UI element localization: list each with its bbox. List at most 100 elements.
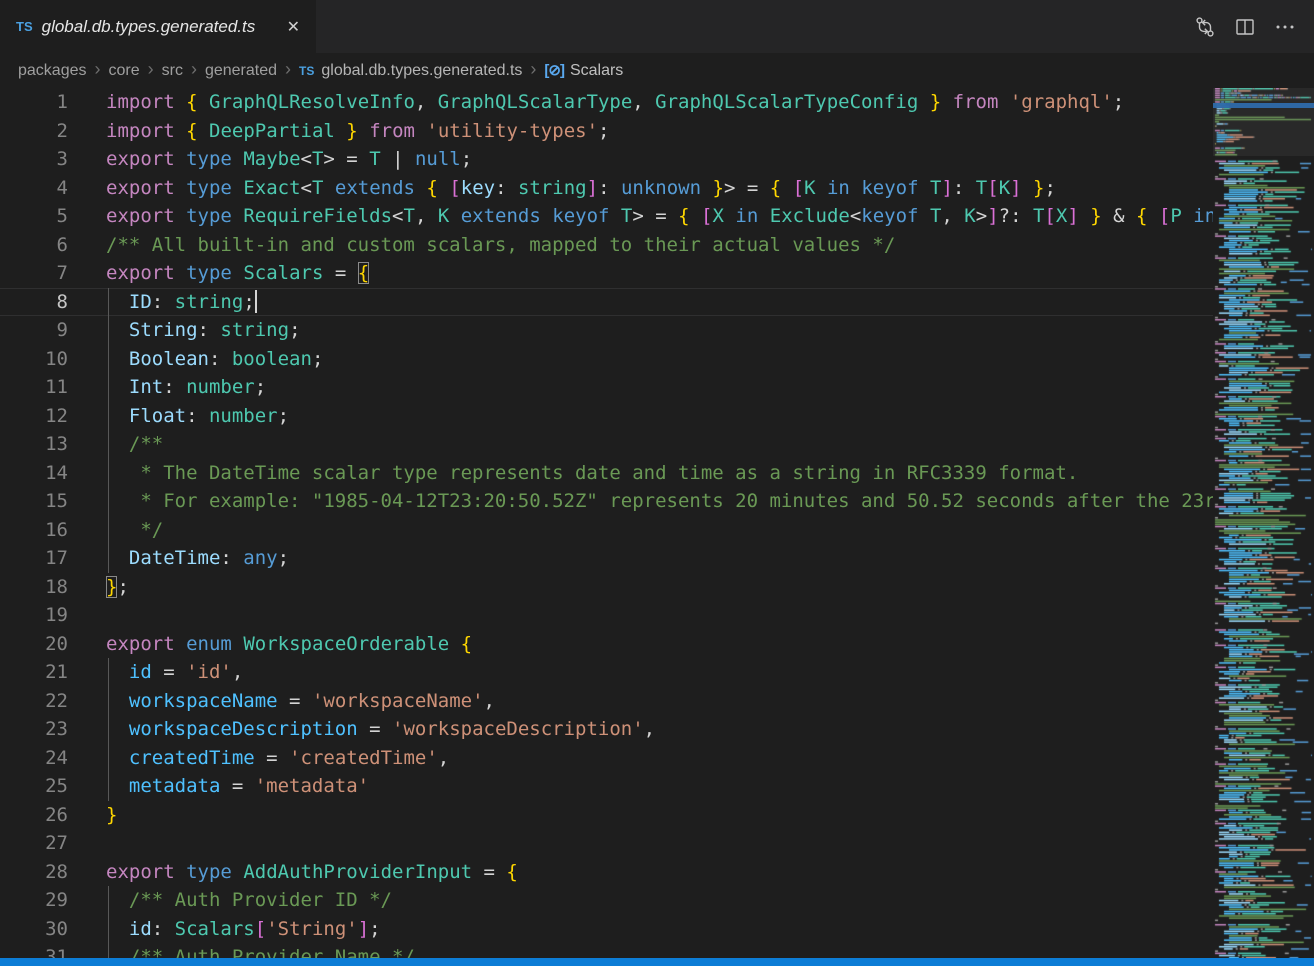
split-editor-icon[interactable] bbox=[1232, 14, 1258, 40]
open-changes-icon[interactable] bbox=[1192, 14, 1218, 40]
code-text: import { GraphQLResolveInfo, GraphQLScal… bbox=[106, 88, 1124, 117]
code-line-18[interactable]: 18}; bbox=[0, 573, 1213, 602]
indent-guide bbox=[108, 316, 109, 345]
breadcrumb-label: src bbox=[162, 62, 183, 79]
line-number: 23 bbox=[0, 715, 68, 744]
line-number: 20 bbox=[0, 630, 68, 659]
indent-guide bbox=[108, 943, 109, 958]
code-text: workspaceDescription = 'workspaceDescrip… bbox=[106, 715, 655, 744]
indent-guide bbox=[108, 886, 109, 915]
indent-guide bbox=[108, 345, 109, 374]
line-number: 1 bbox=[0, 88, 68, 117]
code-line-20[interactable]: 20 export enum WorkspaceOrderable { bbox=[0, 630, 1213, 659]
code-pane[interactable]: 1 import { GraphQLResolveInfo, GraphQLSca… bbox=[0, 88, 1213, 958]
code-line-21[interactable]: 21 id = 'id', bbox=[0, 658, 1213, 687]
code-text: /** All built-in and custom scalars, map… bbox=[106, 231, 895, 260]
code-line-8[interactable]: 8 ID: string; bbox=[0, 288, 1213, 317]
code-line-5[interactable]: 5export type RequireFields<T, K extends … bbox=[0, 202, 1213, 231]
indent-guide bbox=[108, 430, 109, 459]
code-line-6[interactable]: 6/** All built-in and custom scalars, ma… bbox=[0, 231, 1213, 260]
code-text: id: Scalars['String']; bbox=[106, 915, 381, 944]
code-text: */ bbox=[106, 516, 163, 545]
code-line-25[interactable]: 25 metadata = 'metadata' bbox=[0, 772, 1213, 801]
code-line-7[interactable]: 7export type Scalars = { bbox=[0, 259, 1213, 288]
breadcrumb-item-generated[interactable]: generated bbox=[205, 62, 277, 80]
symbol-misc-icon: [⊘] bbox=[544, 62, 564, 79]
breadcrumb-item-global-db-types-generated-ts[interactable]: TS global.db.types.generated.ts bbox=[299, 62, 522, 80]
code-line-19[interactable]: 19 bbox=[0, 601, 1213, 630]
breadcrumb-label: packages bbox=[18, 62, 87, 79]
code-text: }; bbox=[106, 573, 129, 602]
typescript-file-icon: TS bbox=[299, 64, 314, 78]
code-line-12[interactable]: 12 Float: number; bbox=[0, 402, 1213, 431]
code-line-23[interactable]: 23 workspaceDescription = 'workspaceDesc… bbox=[0, 715, 1213, 744]
tab-global-db-types-generated[interactable]: TS global.db.types.generated.ts ✕ bbox=[0, 0, 316, 53]
code-line-29[interactable]: 29 /** Auth Provider ID */ bbox=[0, 886, 1213, 915]
code-text: export type Exact<T extends { [key: stri… bbox=[106, 174, 1056, 203]
code-line-26[interactable]: 26} bbox=[0, 801, 1213, 830]
code-line-4[interactable]: 4 export type Exact<T extends { [key: str… bbox=[0, 174, 1213, 203]
breadcrumb-item-src[interactable]: src bbox=[162, 62, 183, 80]
code-line-1[interactable]: 1 import { GraphQLResolveInfo, GraphQLSca… bbox=[0, 88, 1213, 117]
code-line-30[interactable]: 30 id: Scalars['String']; bbox=[0, 915, 1213, 944]
line-number: 8 bbox=[0, 288, 68, 317]
indent-guide bbox=[108, 544, 109, 573]
code-line-27[interactable]: 27 bbox=[0, 829, 1213, 858]
breadcrumb-separator-icon: › bbox=[148, 59, 154, 80]
breadcrumb-separator-icon: › bbox=[191, 59, 197, 80]
line-number: 21 bbox=[0, 658, 68, 687]
breadcrumb-item-core[interactable]: core bbox=[109, 62, 140, 80]
code-line-17[interactable]: 17 DateTime: any; bbox=[0, 544, 1213, 573]
code-line-3[interactable]: 3 export type Maybe<T> = T | null; bbox=[0, 145, 1213, 174]
indent-guide bbox=[108, 687, 109, 716]
line-number: 19 bbox=[0, 601, 68, 630]
breadcrumb-label: Scalars bbox=[570, 62, 623, 79]
code-text: DateTime: any; bbox=[106, 544, 289, 573]
breadcrumb-label: core bbox=[109, 62, 140, 79]
indent-guide bbox=[108, 487, 109, 516]
editor: 1 import { GraphQLResolveInfo, GraphQLSca… bbox=[0, 88, 1314, 958]
code-line-24[interactable]: 24 createdTime = 'createdTime', bbox=[0, 744, 1213, 773]
breadcrumb-separator-icon: › bbox=[285, 59, 291, 80]
more-actions-icon[interactable] bbox=[1272, 14, 1298, 40]
indent-guide bbox=[108, 744, 109, 773]
code-line-15[interactable]: 15 * For example: "1985-04-12T23:20:50.5… bbox=[0, 487, 1213, 516]
indent-guide bbox=[108, 288, 109, 317]
line-number: 3 bbox=[0, 145, 68, 174]
code-line-11[interactable]: 11 Int: number; bbox=[0, 373, 1213, 402]
code-line-14[interactable]: 14 * The DateTime scalar type represents… bbox=[0, 459, 1213, 488]
code-line-10[interactable]: 10 Boolean: boolean; bbox=[0, 345, 1213, 374]
code-line-9[interactable]: 9 String: string; bbox=[0, 316, 1213, 345]
minimap-slider[interactable] bbox=[1213, 88, 1314, 156]
line-number: 31 bbox=[0, 943, 68, 958]
line-number: 25 bbox=[0, 772, 68, 801]
indent-guide bbox=[108, 915, 109, 944]
minimap-canvas bbox=[1213, 88, 1314, 958]
code-text: export enum WorkspaceOrderable { bbox=[106, 630, 472, 659]
code-text: createdTime = 'createdTime', bbox=[106, 744, 449, 773]
code-text: /** Auth Provider ID */ bbox=[106, 886, 392, 915]
breadcrumb-label: global.db.types.generated.ts bbox=[321, 62, 522, 79]
code-line-28[interactable]: 28export type AddAuthProviderInput = { bbox=[0, 858, 1213, 887]
line-number: 5 bbox=[0, 202, 68, 231]
code-text: export type Maybe<T> = T | null; bbox=[106, 145, 472, 174]
code-line-2[interactable]: 2import { DeepPartial } from 'utility-ty… bbox=[0, 117, 1213, 146]
code-line-22[interactable]: 22 workspaceName = 'workspaceName', bbox=[0, 687, 1213, 716]
line-number: 2 bbox=[0, 117, 68, 146]
minimap[interactable] bbox=[1213, 88, 1314, 958]
indent-guide bbox=[108, 772, 109, 801]
code-text: metadata = 'metadata' bbox=[106, 772, 369, 801]
text-cursor bbox=[255, 290, 257, 313]
line-number: 12 bbox=[0, 402, 68, 431]
line-number: 17 bbox=[0, 544, 68, 573]
code-line-31[interactable]: 31 /** Auth Provider Name */ bbox=[0, 943, 1213, 958]
code-line-13[interactable]: 13 /** bbox=[0, 430, 1213, 459]
code-text: Boolean: boolean; bbox=[106, 345, 323, 374]
close-icon[interactable]: ✕ bbox=[281, 15, 306, 39]
breadcrumb-item-scalars[interactable]: [⊘] Scalars bbox=[544, 61, 623, 80]
typescript-file-icon: TS bbox=[16, 19, 33, 34]
indent-guide bbox=[108, 459, 109, 488]
code-line-16[interactable]: 16 */ bbox=[0, 516, 1213, 545]
breadcrumb-item-packages[interactable]: packages bbox=[18, 62, 87, 80]
line-number: 4 bbox=[0, 174, 68, 203]
